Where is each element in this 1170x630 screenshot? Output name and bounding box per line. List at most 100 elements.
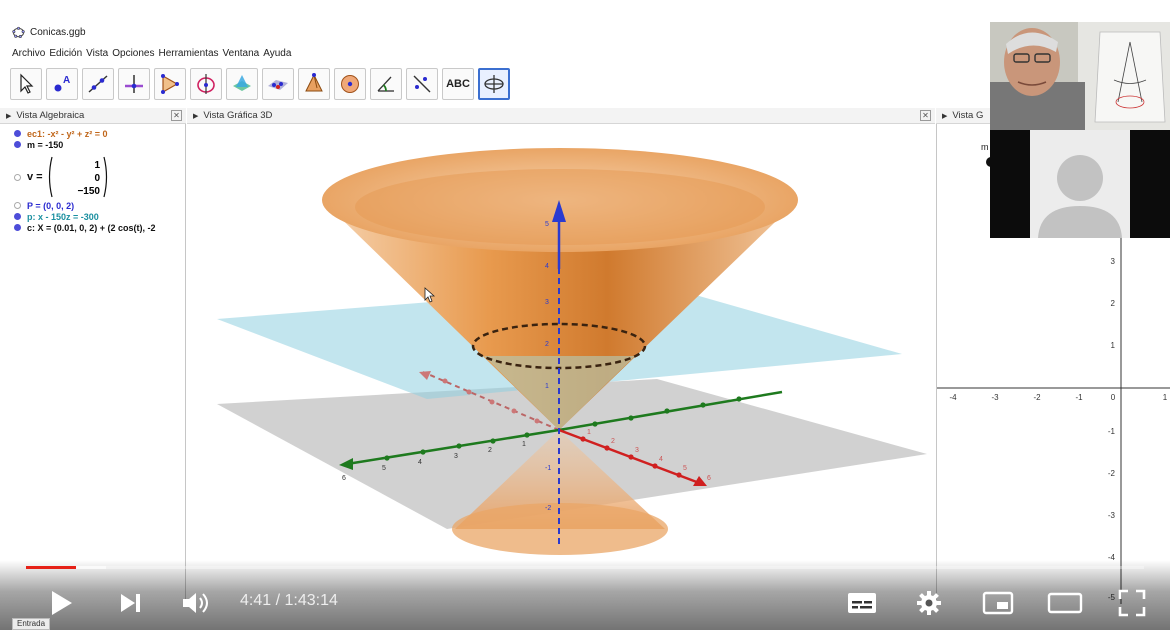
- x-tick-label-2d: 0: [1111, 393, 1116, 402]
- x-tick-label: 3: [635, 447, 639, 454]
- video-progress-bar[interactable]: [26, 566, 1144, 569]
- visibility-toggle[interactable]: [14, 202, 21, 209]
- y-tick-label: 3: [454, 453, 458, 460]
- miniplayer-button[interactable]: [980, 590, 1016, 616]
- algebra-row-ec1[interactable]: ec1: -x² - y² + z² = 0: [0, 128, 185, 139]
- y-tick-label-2d: 1: [1111, 341, 1116, 350]
- move-tool-button[interactable]: [10, 68, 42, 100]
- graphics-view-3d[interactable]: 1 2 3 4 5 6 1 2 3 4 5 6 1 2 3 4 5 -1 -2: [187, 124, 935, 604]
- algebra-row-P[interactable]: P = (0, 0, 2): [0, 200, 185, 211]
- point-icon: A: [54, 75, 70, 92]
- reflect-icon: [413, 75, 431, 93]
- z-tick-label: 3: [545, 299, 549, 306]
- z-tick-label: -2: [545, 505, 551, 512]
- presenter-webcam: [990, 22, 1170, 130]
- rotate-view-tool-button[interactable]: [478, 68, 510, 100]
- view3d-header: ▶ Vista Gráfica 3D ✕: [187, 108, 935, 124]
- pyramid-tool-button[interactable]: [298, 68, 330, 100]
- x-tick-label: 6: [707, 475, 711, 482]
- y-tick-label-2d: 3: [1111, 257, 1116, 266]
- slider-label-m: m: [981, 142, 989, 152]
- menu-opciones[interactable]: Opciones: [112, 48, 154, 59]
- collapse-arrow-icon[interactable]: ▶: [6, 112, 11, 120]
- text-tool-button[interactable]: ABC: [442, 68, 474, 100]
- visibility-toggle[interactable]: [14, 130, 21, 137]
- avatar: [990, 130, 1170, 238]
- polygon-icon: [161, 74, 179, 94]
- presenter-video-frame: [990, 22, 1170, 130]
- view3d-title: Vista Gráfica 3D: [203, 110, 273, 121]
- algebra-row-text: m = -150: [27, 139, 64, 150]
- y-tick-label: 2: [488, 447, 492, 454]
- sphere-tool-button[interactable]: [334, 68, 366, 100]
- perpendicular-tool-button[interactable]: [118, 68, 150, 100]
- play-icon: [52, 591, 72, 615]
- theater-mode-button[interactable]: [1046, 590, 1084, 616]
- sphere-icon: [341, 75, 359, 93]
- algebra-row-m[interactable]: m = -150: [0, 139, 185, 150]
- line-tool-button[interactable]: [82, 68, 114, 100]
- plane-tool-button[interactable]: [262, 68, 294, 100]
- menu-vista[interactable]: Vista: [86, 48, 108, 59]
- circle-axis-tool-button[interactable]: [190, 68, 222, 100]
- visibility-toggle[interactable]: [14, 213, 21, 220]
- intersect-tool-button[interactable]: [226, 68, 258, 100]
- close-algebra-view-button[interactable]: ✕: [171, 110, 182, 121]
- y-tick-label: 4: [418, 459, 422, 466]
- video-time-display: 4:41 / 1:43:14: [240, 592, 338, 609]
- arrow-cursor-icon: [20, 73, 34, 94]
- visibility-toggle[interactable]: [14, 173, 21, 181]
- visibility-toggle[interactable]: [14, 141, 21, 148]
- visibility-toggle[interactable]: [14, 224, 21, 231]
- fullscreen-button[interactable]: [1116, 588, 1148, 618]
- reflect-tool-button[interactable]: [406, 68, 438, 100]
- fullscreen-icon: [1118, 589, 1146, 617]
- menu-ventana[interactable]: Ventana: [223, 48, 260, 59]
- x-tick-label-2d: -3: [991, 393, 999, 402]
- y-tick-label-2d: 2: [1111, 299, 1116, 308]
- y-tick-label-2d: -2: [1108, 469, 1116, 478]
- x-tick-label: 5: [683, 465, 687, 472]
- input-bar-label[interactable]: Entrada: [12, 618, 51, 630]
- volume-icon: [183, 593, 208, 613]
- point-tool-button[interactable]: A: [46, 68, 78, 100]
- y-tick-label: 1: [522, 441, 526, 448]
- algebra-row-text: p: x - 150z = -300: [27, 211, 99, 222]
- volume-button[interactable]: [180, 590, 214, 616]
- menu-archivo[interactable]: Archivo: [12, 48, 45, 59]
- next-button[interactable]: [116, 590, 146, 616]
- pyramid-icon: [305, 73, 323, 92]
- algebra-row-text: v =: [27, 171, 43, 183]
- x-tick-label: 4: [659, 456, 663, 463]
- subtitles-icon: [848, 593, 876, 613]
- collapse-arrow-icon[interactable]: ▶: [193, 112, 198, 120]
- algebra-row-v[interactable]: v = 1 0 −150: [0, 154, 185, 200]
- algebra-row-c[interactable]: c: X = (0.01, 0, 2) + (2 cos(t), -2: [0, 222, 185, 233]
- x-tick-label: 1: [587, 429, 591, 436]
- window-title: Conicas.ggb: [30, 26, 86, 38]
- z-tick-label: 1: [545, 383, 549, 390]
- x-tick-label-2d: -4: [949, 393, 957, 402]
- settings-button[interactable]: [914, 590, 944, 616]
- perpendicular-icon: [125, 75, 143, 93]
- algebra-row-p[interactable]: p: x - 150z = -300: [0, 211, 185, 222]
- x-tick-label-2d: 1: [1163, 393, 1168, 402]
- angle-tool-button[interactable]: [370, 68, 402, 100]
- collapse-arrow-icon[interactable]: ▶: [942, 112, 947, 120]
- subtitles-button[interactable]: [846, 590, 878, 616]
- window-title-bar: Conicas.ggb: [0, 20, 990, 44]
- theater-mode-icon: [1047, 592, 1083, 614]
- close-view3d-button[interactable]: ✕: [920, 110, 931, 121]
- menu-herramientas[interactable]: Herramientas: [158, 48, 218, 59]
- angle-icon: [377, 76, 394, 92]
- view2d-title: Vista G: [952, 110, 984, 121]
- vector-component-z: −150: [77, 186, 100, 197]
- polygon-tool-button[interactable]: [154, 68, 186, 100]
- menu-ayuda[interactable]: Ayuda: [263, 48, 291, 59]
- menu-edicion[interactable]: Edición: [49, 48, 82, 59]
- play-button[interactable]: [44, 588, 78, 618]
- z-tick-label: 4: [545, 263, 549, 270]
- algebra-view-title: Vista Algebraica: [16, 110, 85, 121]
- x-tick-label: 2: [611, 438, 615, 445]
- y-tick-label: 5: [382, 465, 386, 472]
